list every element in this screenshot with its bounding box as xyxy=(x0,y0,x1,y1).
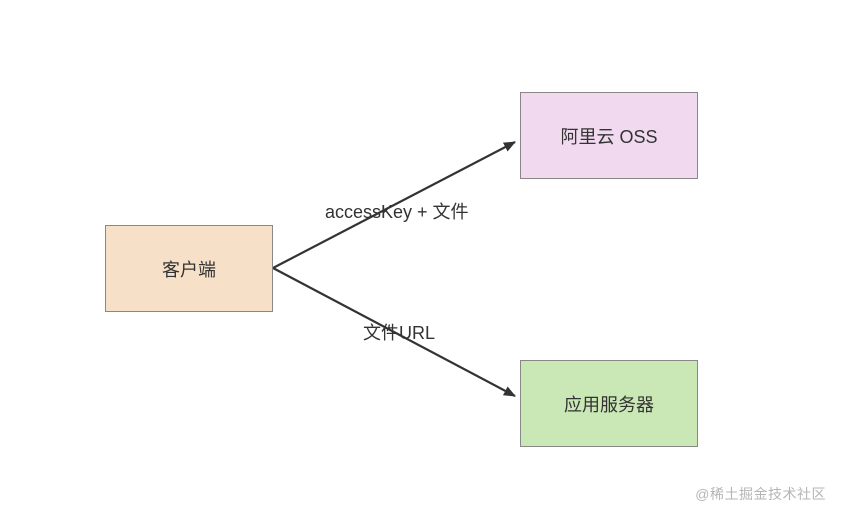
node-oss: 阿里云 OSS xyxy=(520,92,698,179)
node-oss-label: 阿里云 OSS xyxy=(560,123,657,149)
node-client: 客户端 xyxy=(105,225,273,312)
node-server: 应用服务器 xyxy=(520,360,698,447)
watermark: @稀土掘金技术社区 xyxy=(695,484,826,504)
edge-label-client-to-oss: accessKey + 文件 xyxy=(325,198,469,224)
edge-label-client-to-server: 文件URL xyxy=(363,319,435,345)
node-server-label: 应用服务器 xyxy=(564,391,654,417)
node-client-label: 客户端 xyxy=(162,256,216,282)
